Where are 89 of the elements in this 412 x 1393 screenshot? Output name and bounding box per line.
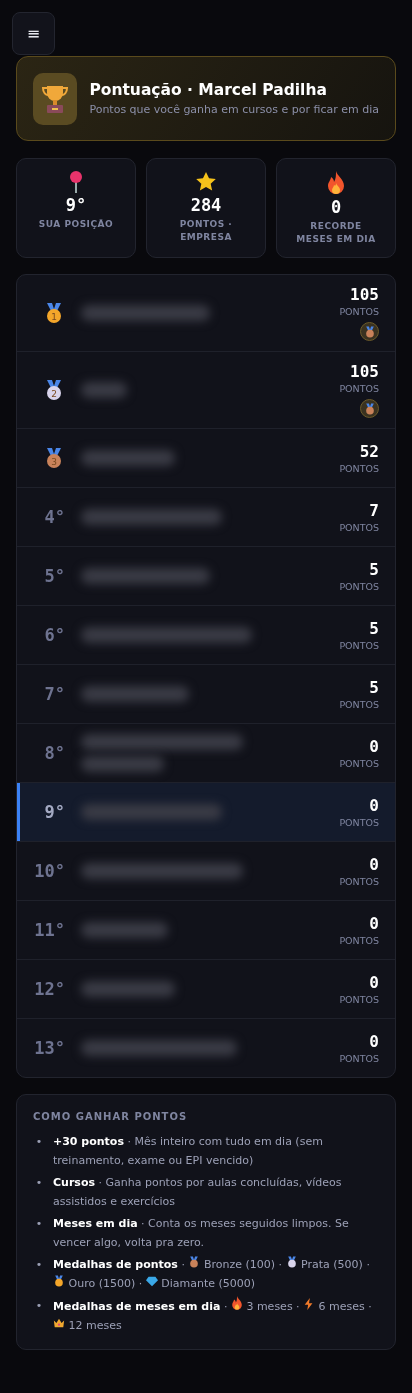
ranking-row[interactable]: 7° 5 PONTOS <box>17 664 395 723</box>
rule-text: Prata (500) · <box>301 1258 370 1271</box>
bullet: • <box>34 1216 44 1232</box>
ranking-row[interactable]: 4° 7 PONTOS <box>17 487 395 546</box>
points-label: PONTOS <box>339 817 379 828</box>
rule-text: Bronze (100) · <box>203 1258 283 1271</box>
rule-text: +30 pontos · Mês inteiro com tudo em dia (sem treinamento, exame ou EPI vencido) <box>53 1134 324 1169</box>
flame-icon <box>326 171 346 195</box>
trophy-icon <box>41 83 70 114</box>
rank-number: 5° <box>44 566 65 586</box>
ranking-row[interactable]: 3 52 PONTOS <box>17 428 395 487</box>
pin-icon <box>69 171 83 193</box>
points-label: PONTOS <box>339 935 379 946</box>
points-value: 0 <box>369 973 379 992</box>
points-value: 0 <box>369 855 379 874</box>
diamond-icon <box>145 1275 158 1287</box>
rule-text: · <box>181 1258 185 1271</box>
rule-text: · <box>223 1300 228 1314</box>
points-label: PONTOS <box>339 640 379 651</box>
rank-number: 8° <box>44 743 65 763</box>
rank-number: 6° <box>44 625 65 645</box>
rank-number: 9° <box>44 802 65 822</box>
rule-text: 6 meses · <box>318 1300 372 1314</box>
bullet: • <box>34 1257 44 1273</box>
section-title: COMO GANHAR PONTOS <box>33 1111 189 1122</box>
ranking-row[interactable]: 9° 0 PONTOS <box>17 782 395 841</box>
rule-text: Cursos · Ganha pontos por aulas concluídas, vídeos assistidos e exercícios <box>53 1175 343 1210</box>
points-value: 105 <box>350 362 379 381</box>
rank-number: 11° <box>34 920 65 940</box>
stat-value: 9° <box>65 195 87 215</box>
rule-text: Meses em dia · Conta os meses seguidos limpos. Se vencer algo, volta pra zero. <box>53 1216 350 1251</box>
ranking-row[interactable]: 5° 5 PONTOS <box>17 546 395 605</box>
points-value: 5 <box>369 560 379 579</box>
ranking-row[interactable]: 1 105 PONTOS <box>17 275 395 351</box>
points-label: PONTOS <box>339 306 379 317</box>
ranking-row[interactable]: 11° 0 PONTOS <box>17 900 395 959</box>
ranking-row[interactable]: 13° 0 PONTOS <box>17 1018 395 1077</box>
star-icon <box>195 171 217 193</box>
points-label: PONTOS <box>339 876 379 887</box>
ranking-row[interactable]: 8° 0 PONTOS <box>17 723 395 782</box>
points-label: PONTOS <box>339 699 379 710</box>
menu-button[interactable]: ≡ <box>12 12 55 55</box>
bullet: • <box>34 1134 44 1150</box>
ranking-row[interactable]: 10° 0 PONTOS <box>17 841 395 900</box>
points-value: 0 <box>369 796 379 815</box>
rule-text: Diamante (5000) <box>161 1277 256 1290</box>
points-value: 105 <box>350 285 379 304</box>
blurred-name <box>81 382 127 398</box>
rule-text: Ouro (1500) · <box>68 1277 143 1290</box>
rank-number: 7° <box>44 684 65 704</box>
ranking-row[interactable]: 12° 0 PONTOS <box>17 959 395 1018</box>
crown-icon <box>53 1317 65 1330</box>
bullet: • <box>34 1298 44 1314</box>
points-label: PONTOS <box>339 581 379 592</box>
rank-number: 4° <box>44 507 65 527</box>
points-label: PONTOS <box>339 522 379 533</box>
medal-icon <box>53 1275 65 1287</box>
points-label: PONTOS <box>339 758 379 769</box>
stat-label: RECORDE MESES EM DIA <box>295 220 377 246</box>
medal-icon <box>285 1256 298 1268</box>
rule-text: 12 meses <box>68 1319 122 1333</box>
points-value: 5 <box>369 678 379 697</box>
rule-term: Medalhas de pontos <box>53 1258 178 1271</box>
rank-number: 12° <box>34 979 65 999</box>
stat-label: SUA POSIÇÃO <box>37 218 115 231</box>
ranking-row[interactable]: 6° 5 PONTOS <box>17 605 395 664</box>
points-value: 0 <box>369 914 379 933</box>
stat-label: PONTOS · EMPRESA <box>178 218 234 244</box>
rank-number: 10° <box>34 861 65 881</box>
points-label: PONTOS <box>339 1053 379 1064</box>
rule-text: 3 meses · <box>246 1300 300 1314</box>
rule-term: Medalhas de meses em dia <box>53 1300 221 1314</box>
ranking-row[interactable]: 2 105 PONTOS <box>17 351 395 428</box>
flame-icon <box>230 1296 243 1311</box>
stat-value: 0 <box>330 197 342 217</box>
points-value: 52 <box>359 442 379 461</box>
points-value: 0 <box>369 1032 379 1051</box>
points-value: 0 <box>369 737 379 756</box>
points-value: 5 <box>369 619 379 638</box>
medal-icon <box>188 1256 201 1268</box>
bullet: • <box>34 1175 44 1191</box>
points-label: PONTOS <box>339 994 379 1005</box>
stat-value: 284 <box>190 195 222 215</box>
rank-number: 13° <box>34 1038 65 1058</box>
page-title: Pontuação · Marcel Padilha <box>89 81 328 99</box>
page-subtitle: Pontos que você ganha em cursos e por ficar em dia <box>89 103 379 116</box>
points-value: 7 <box>369 501 379 520</box>
points-label: PONTOS <box>339 463 379 474</box>
points-label: PONTOS <box>339 383 379 394</box>
